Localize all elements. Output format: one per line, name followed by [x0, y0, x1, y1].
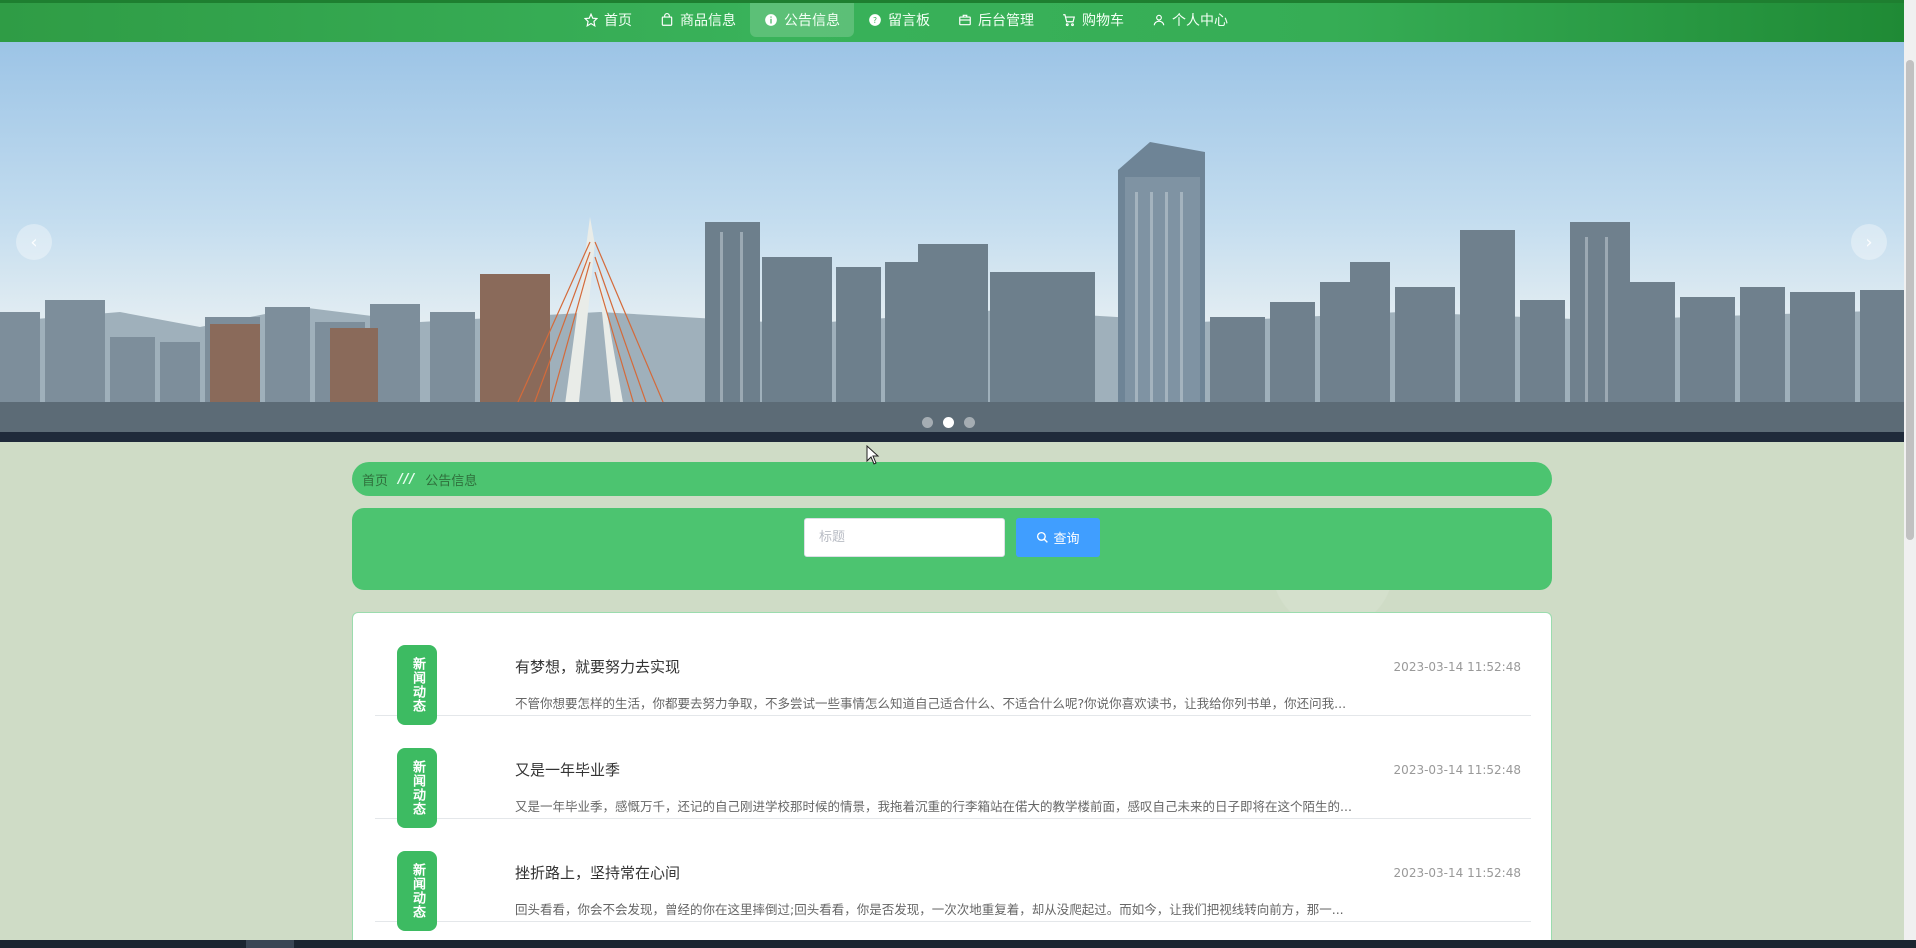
news-category-badge: 新闻动态 [397, 748, 437, 828]
nav-label: 购物车 [1082, 13, 1124, 29]
taskbar-segment[interactable] [246, 940, 294, 948]
top-navigation: 首页 商品信息 公告信息 ? 留言板 后台管理 购物车 个人中心 [0, 0, 1904, 42]
news-title[interactable]: 挫折路上，坚持常在心间 [515, 862, 680, 883]
nav-label: 首页 [604, 13, 632, 29]
breadcrumb-current: 公告信息 [425, 473, 478, 489]
news-title[interactable]: 又是一年毕业季 [515, 759, 620, 780]
list-item[interactable]: 新闻动态 挫折路上，坚持常在心间 2023-03-14 11:52:48 回头看… [375, 819, 1531, 931]
nav-label: 后台管理 [978, 13, 1034, 29]
carousel-dot-active[interactable] [943, 417, 954, 428]
carousel-next-button[interactable]: › [1851, 224, 1887, 260]
search-button[interactable]: 查询 [1016, 518, 1100, 557]
scrollbar-thumb[interactable] [1906, 60, 1914, 540]
search-panel: 查询 [352, 508, 1552, 590]
news-summary: 回头看看，你会不会发现，曾经的你在这里摔倒过;回头看看，你是否发现，一次次地重复… [515, 902, 1344, 917]
news-category-badge: 新闻动态 [397, 851, 437, 931]
briefcase-icon [958, 13, 972, 27]
user-icon [1152, 13, 1166, 27]
news-category-badge: 新闻动态 [397, 645, 437, 725]
bag-icon [660, 13, 674, 27]
nav-label: 留言板 [888, 13, 930, 29]
nav-item-message-board[interactable]: ? 留言板 [854, 3, 944, 37]
breadcrumb: 首页 /// 公告信息 [352, 462, 1552, 496]
star-icon [584, 13, 598, 27]
nav-label: 商品信息 [680, 13, 736, 29]
search-icon [1037, 531, 1049, 543]
info-circle-icon [764, 13, 778, 27]
chevron-right-icon: › [1865, 231, 1873, 253]
carousel-dot[interactable] [922, 417, 933, 428]
nav-item-admin[interactable]: 后台管理 [944, 3, 1048, 37]
nav-item-cart[interactable]: 购物车 [1048, 3, 1138, 37]
title-search-input[interactable] [804, 518, 1005, 557]
news-summary: 又是一年毕业季，感慨万千，还记的自己刚进学校那时候的情景，我拖着沉重的行李箱站在… [515, 799, 1352, 814]
news-summary: 不管你想要怎样的生活，你都要去努力争取，不多尝试一些事情怎么知道自己适合什么、不… [515, 696, 1347, 711]
carousel-prev-button[interactable]: ‹ [16, 224, 52, 260]
nav-list: 首页 商品信息 公告信息 ? 留言板 后台管理 购物车 个人中心 [570, 3, 1242, 42]
news-date: 2023-03-14 11:52:48 [1393, 866, 1521, 880]
svg-text:?: ? [873, 16, 877, 25]
nav-label: 个人中心 [1172, 13, 1228, 29]
mouse-cursor-icon [866, 445, 880, 465]
question-circle-icon: ? [868, 13, 882, 27]
taskbar [0, 940, 1916, 948]
list-item[interactable]: 新闻动态 又是一年毕业季 2023-03-14 11:52:48 又是一年毕业季… [375, 716, 1531, 828]
chevron-left-icon: ‹ [30, 231, 38, 253]
nav-item-profile[interactable]: 个人中心 [1138, 3, 1242, 37]
news-title[interactable]: 有梦想，就要努力去实现 [515, 656, 680, 677]
carousel-indicators [922, 417, 975, 428]
breadcrumb-separator: /// [398, 471, 416, 487]
news-date: 2023-03-14 11:52:48 [1393, 660, 1521, 674]
banner-skyline-image [0, 142, 1904, 442]
nav-item-home[interactable]: 首页 [570, 3, 646, 37]
list-item[interactable]: 新闻动态 有梦想，就要努力去实现 2023-03-14 11:52:48 不管你… [375, 613, 1531, 725]
carousel-dot[interactable] [964, 417, 975, 428]
nav-item-products[interactable]: 商品信息 [646, 3, 750, 37]
breadcrumb-home-link[interactable]: 首页 [362, 470, 388, 489]
nav-label: 公告信息 [784, 13, 840, 29]
banner-carousel: ‹ › [0, 42, 1904, 442]
news-date: 2023-03-14 11:52:48 [1393, 763, 1521, 777]
nav-item-notices[interactable]: 公告信息 [750, 3, 854, 37]
search-button-label: 查询 [1053, 532, 1080, 547]
cart-icon [1062, 13, 1076, 27]
notice-list: 新闻动态 有梦想，就要努力去实现 2023-03-14 11:52:48 不管你… [352, 612, 1552, 948]
